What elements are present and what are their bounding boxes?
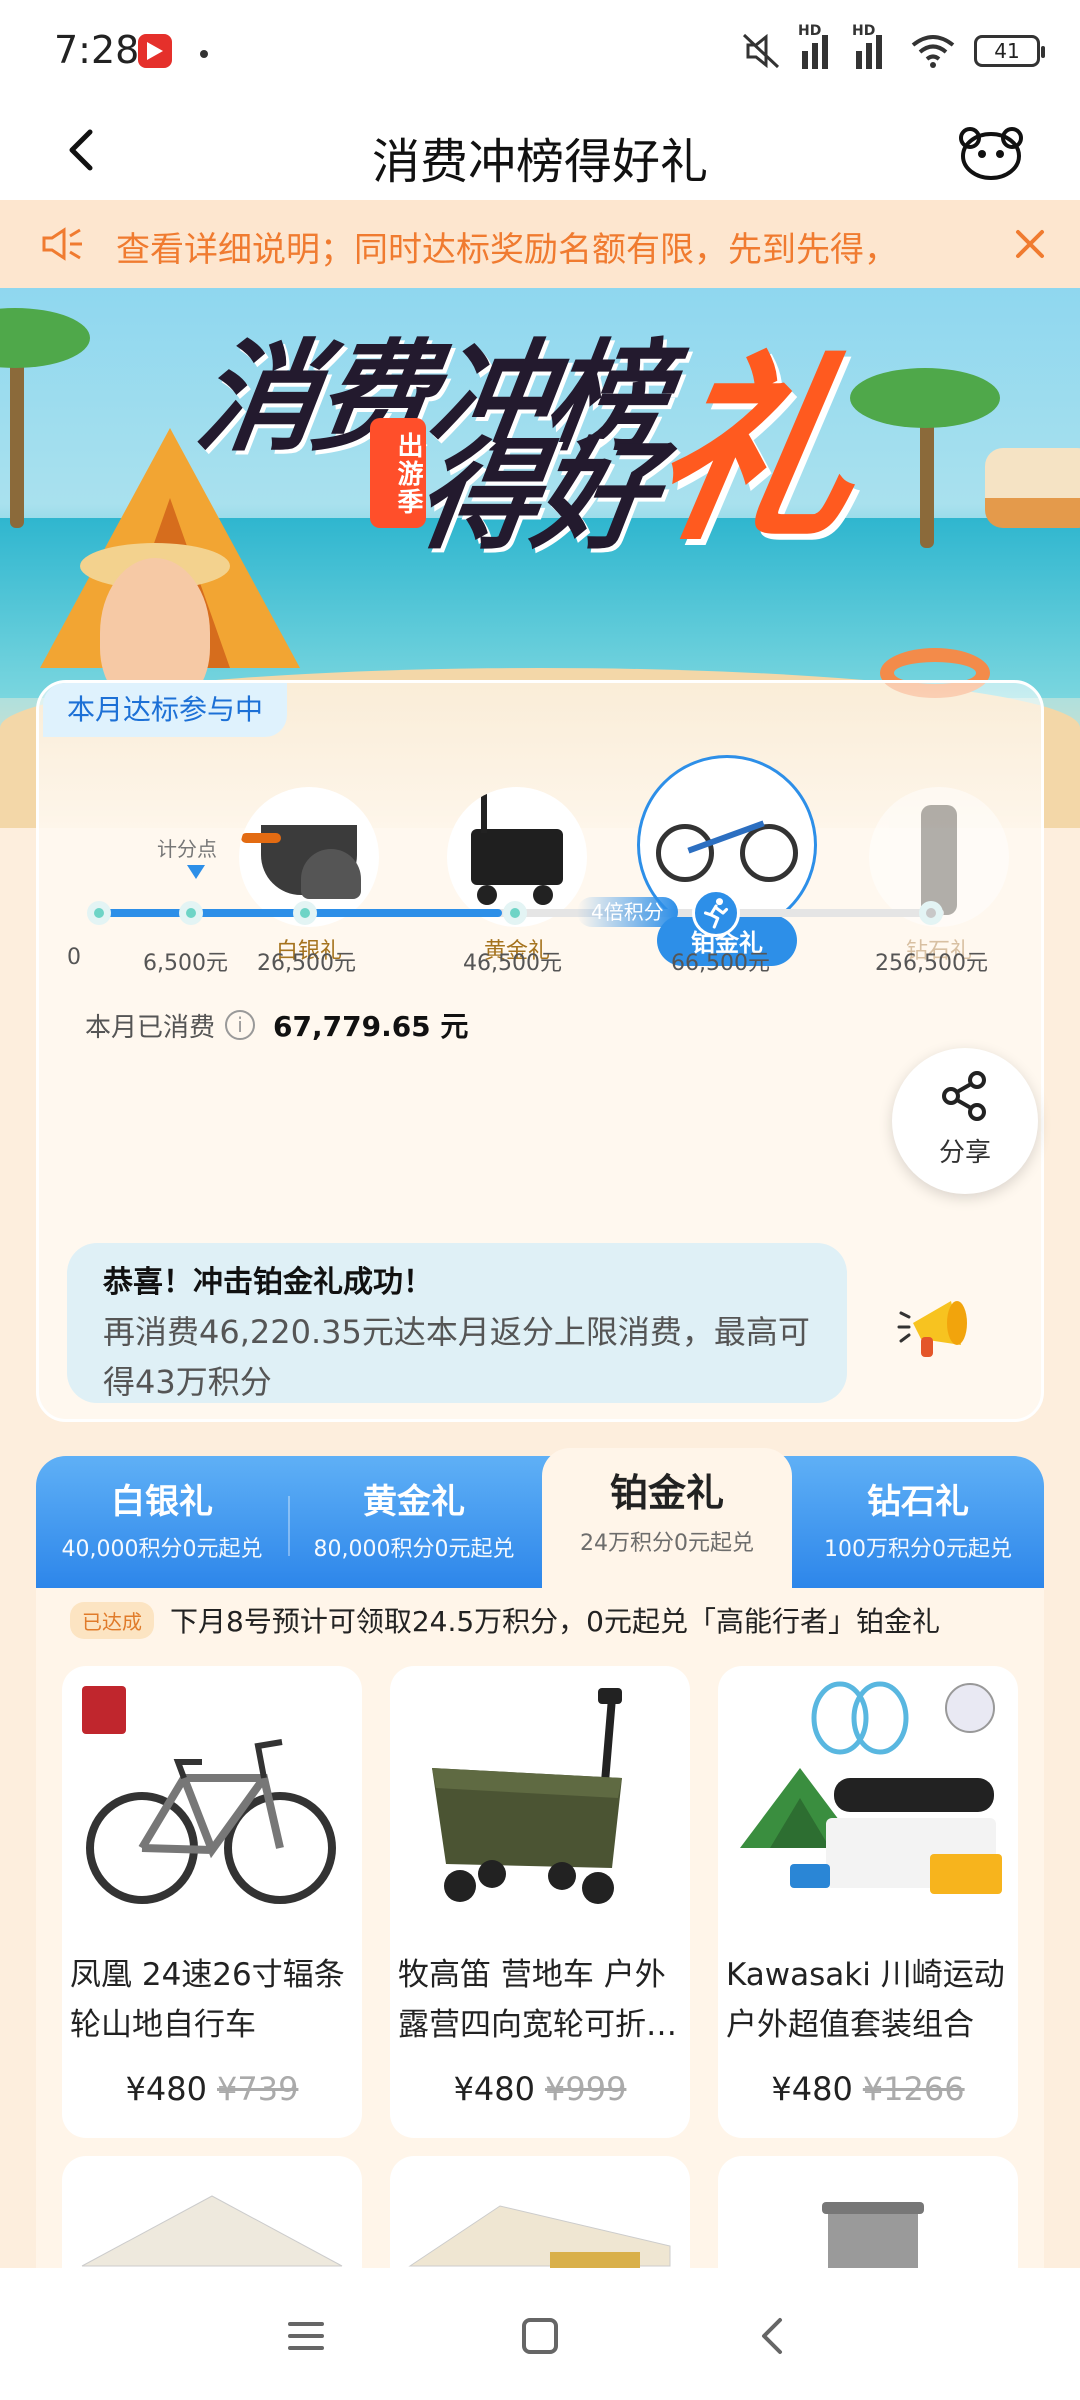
- price-current: ¥480: [771, 2070, 853, 2108]
- score-point-label: 计分点: [157, 837, 217, 861]
- share-button[interactable]: 分享: [892, 1048, 1038, 1194]
- spend-amount: 67,779.65 元: [273, 1010, 469, 1043]
- signal-icon: HD: [798, 23, 838, 69]
- close-icon[interactable]: [1010, 224, 1050, 264]
- tab-silver-name: 白银礼: [111, 1482, 213, 1522]
- price-original: ¥1266: [862, 2070, 965, 2108]
- signal-icon-2: HD: [852, 23, 892, 69]
- progress-node-3: [503, 901, 527, 925]
- tab-gold-name: 黄金礼: [363, 1482, 465, 1522]
- speaker-icon: [42, 227, 82, 261]
- score-point-marker: [187, 865, 205, 879]
- product-image: [402, 1678, 678, 1940]
- menu-icon[interactable]: [282, 2312, 330, 2360]
- price-current: ¥480: [125, 2070, 207, 2108]
- tab-platinum[interactable]: 铂金礼 24万积分0元起兑: [542, 1448, 792, 1588]
- tier-tabs: 白银礼 40,000积分0元起兑 黄金礼 80,000积分0元起兑 铂金礼 24…: [36, 1448, 1044, 1588]
- product-name: Kawasaki 川崎运动户外超值套装组合: [726, 1957, 1005, 2043]
- spend-label: 本月已消费: [85, 1012, 216, 1043]
- megaphone-icon: [897, 1301, 967, 1357]
- product-price: ¥480 ¥739: [62, 2070, 362, 2108]
- wifi-icon: [911, 35, 955, 68]
- marker-2: 26,500元: [257, 951, 356, 976]
- product-card[interactable]: 牧高笛 营地车 户外露营四向宽轮可折叠手推车 ¥480 ¥999: [390, 1666, 690, 2138]
- progress-node-0: [87, 901, 111, 925]
- tab-diamond-name: 钻石礼: [867, 1482, 969, 1522]
- runner-icon: [692, 889, 740, 937]
- battery-icon: 41: [974, 35, 1045, 67]
- customer-service-icon[interactable]: [956, 122, 1026, 182]
- price-original: ¥999: [545, 2070, 627, 2108]
- share-icon: [942, 1071, 986, 1121]
- achieve-text: 下月8号预计可领取24.5万积分，0元起兑「高能行者」铂金礼: [170, 1605, 940, 1638]
- product-price: ¥480 ¥999: [390, 2070, 690, 2108]
- tier-silver[interactable]: 白银礼: [229, 787, 389, 965]
- marker-4: 66,500元: [671, 951, 770, 976]
- tab-diamond[interactable]: 钻石礼 100万积分0元起兑: [792, 1456, 1044, 1588]
- progress-node-1: [179, 901, 203, 925]
- notice-text[interactable]: 查看详细说明；同时达标奖励名额有限，先到先得，: [116, 222, 956, 271]
- system-nav-bar: [0, 2268, 1080, 2400]
- marker-1: 6,500元: [143, 951, 228, 976]
- tab-platinum-sub: 24万积分0元起兑: [580, 1531, 754, 1556]
- tab-silver[interactable]: 白银礼 40,000积分0元起兑: [36, 1456, 288, 1588]
- palm-tree-2: [850, 368, 1000, 548]
- notice-bar[interactable]: 查看详细说明；同时达标奖励名额有限，先到先得，: [0, 200, 1080, 288]
- wagon-image: [432, 1688, 622, 1904]
- price-current: ¥480: [453, 2070, 535, 2108]
- tab-silver-sub: 40,000积分0元起兑: [61, 1537, 263, 1562]
- tier-platinum[interactable]: 铂金礼: [627, 755, 827, 966]
- palm-tree: [0, 308, 90, 528]
- tier-gold[interactable]: 黄金礼: [437, 787, 597, 965]
- season-badge: 出游季: [370, 418, 426, 528]
- bicycle-image: [82, 1686, 336, 1904]
- product-card[interactable]: 凤凰 24速26寸辐条轮山地自行车 ¥480 ¥739: [62, 1666, 362, 2138]
- achieved-badge: 已达成: [70, 1601, 154, 1639]
- share-label: 分享: [938, 1138, 991, 1168]
- congrats-body: 再消费46,220.35元达本月返分上限消费，最高可得43万积分: [103, 1313, 810, 1401]
- home-icon[interactable]: [516, 2312, 564, 2360]
- sports-set-image: [740, 1681, 1002, 1894]
- status-time: 7:28: [54, 28, 140, 72]
- multiplier-badge: 4倍积分: [577, 897, 678, 927]
- participation-tag: 本月达标参与中: [43, 683, 288, 737]
- marker-0: 0: [67, 945, 81, 970]
- tab-diamond-sub: 100万积分0元起兑: [824, 1537, 1012, 1562]
- banner-title-line2: 得好: [408, 427, 661, 566]
- tab-platinum-name: 铂金礼: [609, 1471, 724, 1515]
- tab-gold-sub: 80,000积分0元起兑: [313, 1537, 515, 1562]
- product-name: 牧高笛 营地车 户外露营四向宽轮可折叠手推车: [398, 1957, 677, 2043]
- tier-diamond[interactable]: 钻石礼: [859, 787, 1019, 965]
- mute-icon: [742, 33, 780, 69]
- top-nav-bar: 消费冲榜得好礼: [0, 100, 1080, 200]
- progress-node-5: [919, 901, 943, 925]
- marker-3: 46,500元: [463, 951, 562, 976]
- progress-node-2: [293, 901, 317, 925]
- congrats-bubble: 恭喜！冲击铂金礼成功！ 再消费46,220.35元达本月返分上限消费，最高可得4…: [67, 1243, 847, 1403]
- marker-5: 256,500元: [875, 951, 988, 976]
- van-illustration: [985, 448, 1080, 528]
- congrats-title: 恭喜！冲击铂金礼成功！: [103, 1265, 433, 1300]
- product-price: ¥480 ¥1266: [718, 2070, 1018, 2108]
- spend-row: 本月已消费 i 67,779.65 元: [85, 1005, 468, 1045]
- system-back-icon[interactable]: [750, 2312, 798, 2360]
- achieve-row: 已达成 下月8号预计可领取24.5万积分，0元起兑「高能行者」铂金礼: [70, 1600, 940, 1640]
- app-notification-icon: [138, 34, 172, 68]
- tab-gold[interactable]: 黄金礼 80,000积分0元起兑: [288, 1456, 540, 1588]
- product-image: [730, 1678, 1006, 1940]
- product-name: 凤凰 24速26寸辐条轮山地自行车: [70, 1957, 345, 2043]
- page-title: 消费冲榜得好礼: [371, 134, 708, 190]
- info-icon[interactable]: i: [225, 1010, 256, 1040]
- status-bar: 7:28 HD HD 41: [0, 0, 1080, 100]
- product-area: 已达成 下月8号预计可领取24.5万积分，0元起兑「高能行者」铂金礼 凤凰 24…: [36, 1588, 1044, 2296]
- product-card[interactable]: Kawasaki 川崎运动户外超值套装组合 ¥480 ¥1266: [718, 1666, 1018, 2138]
- notification-dot: [200, 50, 208, 58]
- product-image: [74, 1678, 350, 1940]
- price-original: ¥739: [217, 2070, 299, 2108]
